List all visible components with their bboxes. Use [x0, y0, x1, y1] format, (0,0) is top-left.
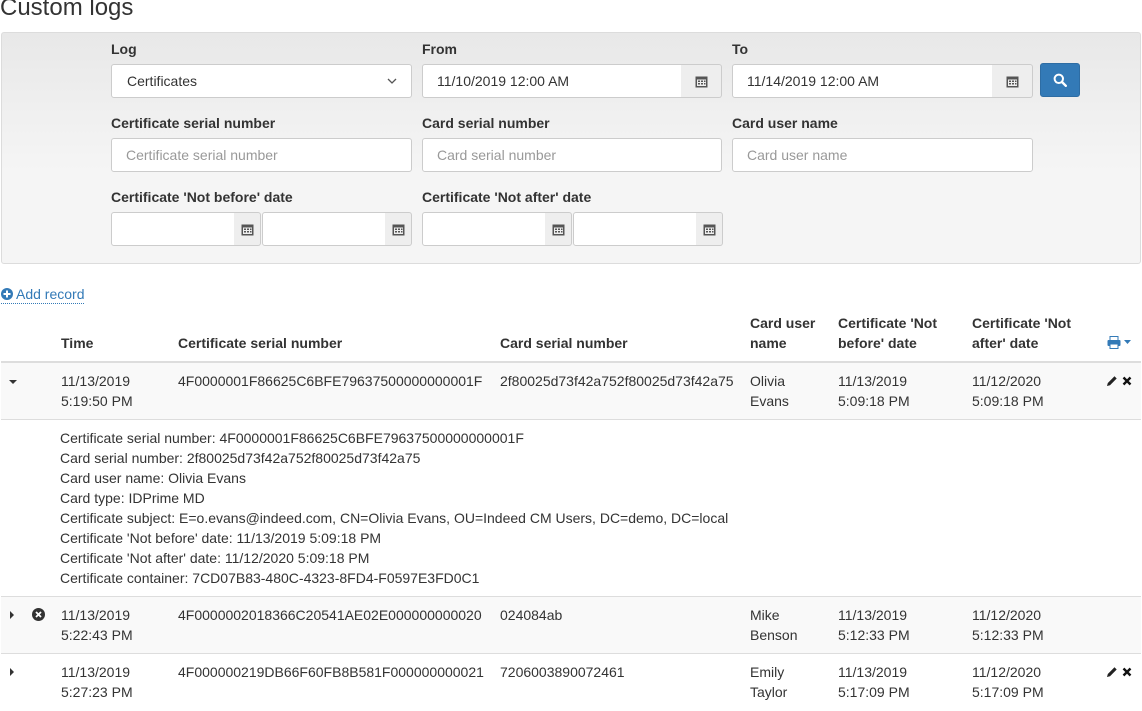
detail-card-type: Card type: IDPrime MD: [60, 490, 205, 506]
card-serial-input[interactable]: Card serial number: [422, 138, 722, 172]
revoked-circle-x-icon: [32, 608, 45, 621]
cell-time: 11/13/2019 5:19:50 PM: [61, 373, 133, 409]
card-user-label: Card user name: [732, 115, 838, 131]
log-label: Log: [111, 41, 137, 57]
cell-not-after: 11/12/2020 5:17:09 PM: [972, 664, 1044, 700]
detail-not-after: Certificate 'Not after' date: 11/12/2020…: [60, 550, 370, 566]
row-divider: [1, 419, 1141, 420]
table-row: [1, 597, 1141, 653]
cell-time: 11/13/2019 5:27:23 PM: [61, 664, 133, 700]
detail-cert-subject: Certificate subject: E=o.evans@indeed.co…: [60, 510, 729, 526]
expand-row-caret-icon[interactable]: [10, 668, 14, 676]
column-header-card-user-line2: name: [750, 335, 787, 351]
cell-card-serial: 2f80025d73f42a752f80025d73f42a75: [500, 373, 734, 389]
cell-time: 11/13/2019 5:22:43 PM: [61, 607, 133, 643]
detail-card-serial: Card serial number: 2f80025d73f42a752f80…: [60, 450, 421, 466]
cell-not-after: 11/12/2020 5:12:33 PM: [972, 607, 1044, 643]
not-after-to-input[interactable]: [573, 212, 697, 246]
card-user-input[interactable]: Card user name: [732, 138, 1033, 172]
column-header-cert-serial[interactable]: Certificate serial number: [178, 333, 342, 353]
cell-card-serial: 024084ab: [500, 607, 563, 623]
print-menu-button[interactable]: [1107, 336, 1131, 349]
page-title: Custom logs: [0, 0, 134, 21]
search-icon: [1053, 73, 1067, 87]
column-header-card-user[interactable]: Card user name: [750, 313, 815, 353]
cell-card-user: Mike Benson: [750, 607, 798, 643]
search-button[interactable]: [1040, 63, 1080, 97]
column-header-not-before-line1: Certificate 'Not: [838, 315, 938, 331]
log-select-value: Certificates: [127, 73, 198, 89]
chevron-down-icon: [387, 78, 397, 84]
edit-pencil-icon[interactable]: [1106, 375, 1118, 387]
from-calendar-button[interactable]: [681, 64, 722, 98]
add-record-link[interactable]: Add record: [1, 286, 85, 304]
column-header-not-before-line2: before' date: [838, 335, 917, 351]
column-header-card-serial[interactable]: Card serial number: [500, 333, 628, 353]
to-label: To: [732, 41, 749, 57]
cert-serial-label: Certificate serial number: [111, 115, 276, 131]
calendar-icon: [703, 224, 715, 235]
column-header-not-before[interactable]: Certificate 'Not before' date: [838, 313, 937, 353]
column-header-not-after-line1: Certificate 'Not: [972, 315, 1072, 331]
calendar-icon: [241, 224, 253, 235]
plus-circle-icon: [1, 288, 13, 300]
cell-cert-serial: 4F0000001F86625C6BFE79637500000000001F: [178, 373, 483, 389]
detail-not-before: Certificate 'Not before' date: 11/13/201…: [60, 530, 382, 546]
not-after-to-calendar-button[interactable]: [696, 212, 723, 246]
print-icon: [1107, 336, 1121, 349]
cell-card-user: Emily Taylor: [750, 664, 788, 700]
cell-card-user: Olivia Evans: [750, 373, 789, 409]
not-after-from-input[interactable]: [422, 212, 546, 246]
from-date-value: 11/10/2019 12:00 AM: [437, 73, 570, 89]
not-before-label: Certificate 'Not before' date: [111, 189, 293, 205]
cell-cert-serial: 4F0000002018366C20541AE02E000000000020: [178, 607, 482, 623]
row-divider: [1, 653, 1141, 654]
row-details-panel: Certificate serial number: 4F0000001F866…: [60, 428, 728, 588]
column-header-time[interactable]: Time: [61, 333, 93, 353]
log-select[interactable]: Certificates: [111, 64, 412, 98]
not-before-from-input[interactable]: [111, 212, 235, 246]
to-calendar-button[interactable]: [992, 64, 1033, 98]
not-after-from-calendar-button[interactable]: [545, 212, 572, 246]
column-header-not-after-line2: after' date: [972, 335, 1039, 351]
not-before-to-calendar-button[interactable]: [385, 212, 412, 246]
add-record-label: Add record: [16, 286, 85, 302]
detail-cert-container: Certificate container: 7CD07B83-480C-432…: [60, 570, 480, 586]
calendar-icon: [552, 224, 564, 235]
filter-panel: Log Certificates From 11/10/2019 12:00 A…: [1, 32, 1141, 264]
not-after-label: Certificate 'Not after' date: [422, 189, 592, 205]
card-serial-label: Card serial number: [422, 115, 550, 131]
delete-x-icon[interactable]: [1122, 667, 1132, 677]
column-header-not-after[interactable]: Certificate 'Not after' date: [972, 313, 1071, 353]
cell-not-before: 11/13/2019 5:17:09 PM: [838, 664, 910, 700]
cert-serial-input[interactable]: Certificate serial number: [111, 138, 412, 172]
not-before-from-calendar-button[interactable]: [234, 212, 261, 246]
delete-x-icon[interactable]: [1122, 376, 1132, 386]
detail-cert-serial: Certificate serial number: 4F0000001F866…: [60, 430, 524, 446]
cell-not-before: 11/13/2019 5:09:18 PM: [838, 373, 910, 409]
edit-pencil-icon[interactable]: [1106, 666, 1118, 678]
cell-not-after: 11/12/2020 5:09:18 PM: [972, 373, 1044, 409]
cell-cert-serial: 4F000000219DB66F60FB8B581F000000000021: [178, 664, 484, 680]
cert-serial-placeholder: Certificate serial number: [126, 147, 278, 163]
from-date-input[interactable]: 11/10/2019 12:00 AM: [422, 64, 682, 98]
to-date-input[interactable]: 11/14/2019 12:00 AM: [732, 64, 993, 98]
caret-down-icon: [1124, 340, 1131, 344]
calendar-icon: [392, 224, 404, 235]
to-date-value: 11/14/2019 12:00 AM: [747, 73, 880, 89]
calendar-icon: [695, 76, 707, 87]
card-user-placeholder: Card user name: [747, 147, 848, 163]
from-label: From: [422, 41, 457, 57]
cell-not-before: 11/13/2019 5:12:33 PM: [838, 607, 910, 643]
card-serial-placeholder: Card serial number: [437, 147, 557, 163]
detail-card-user: Card user name: Olivia Evans: [60, 470, 246, 486]
column-header-card-user-line1: Card user: [750, 315, 816, 331]
not-before-to-input[interactable]: [262, 212, 386, 246]
calendar-icon: [1006, 76, 1018, 87]
expand-row-caret-icon[interactable]: [10, 611, 14, 619]
collapse-row-caret-icon[interactable]: [9, 380, 17, 384]
cell-card-serial: 7206003890072461: [500, 664, 625, 680]
